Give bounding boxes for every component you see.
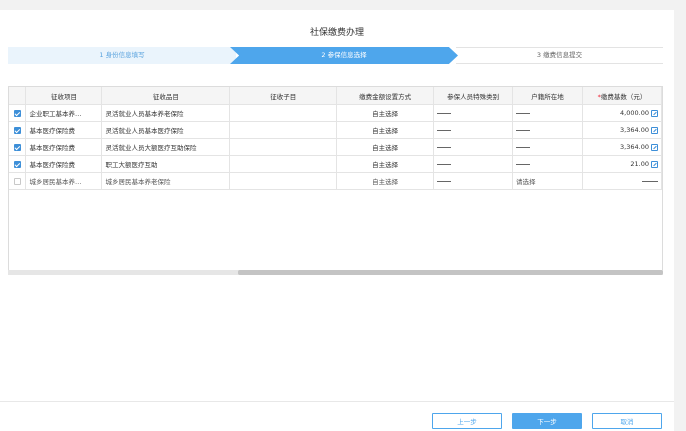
header-residence: 户籍所在地 (512, 87, 583, 105)
step-identity: 1 身份信息填写 (8, 47, 236, 64)
empty-dash (437, 180, 452, 182)
cell-residence (512, 138, 583, 156)
empty-dash (437, 129, 452, 131)
header-checkbox (9, 87, 27, 105)
insurance-table: 征收项目 征收品目 征收子目 缴费金额设置方式 参保人员特殊类别 户籍所在地 *… (9, 87, 663, 190)
cell-sub (229, 138, 338, 156)
cell-sub (229, 121, 338, 139)
cell-category: 城乡居民基本养老保险 (101, 172, 231, 190)
base-value: 3,364.00 (620, 143, 649, 151)
checkbox-checked[interactable] (13, 109, 21, 117)
checkbox-unchecked[interactable] (13, 177, 21, 185)
scrollbar-thumb[interactable] (238, 270, 663, 275)
table-row[interactable]: 企业职工基本养… 灵活就业人员基本养老保险 自主选择 4,000.00 (9, 104, 663, 122)
cancel-button[interactable]: 取消 (592, 413, 662, 429)
table-header-row: 征收项目 征收品目 征收子目 缴费金额设置方式 参保人员特殊类别 户籍所在地 *… (9, 87, 663, 105)
prev-step-button[interactable]: 上一步 (432, 413, 502, 429)
cell-residence-select[interactable]: 请选择 (512, 172, 583, 190)
main-panel: 社保缴费办理 1 身份信息填写 3 缴费信息提交 2 参保信息选择 征收项目 征… (0, 10, 674, 431)
cell-item: 基本医疗保险费 (25, 155, 103, 173)
empty-dash (516, 146, 531, 148)
base-value: 21.00 (630, 160, 649, 168)
base-value: 3,364.00 (620, 126, 649, 134)
horizontal-scrollbar[interactable] (8, 270, 663, 275)
insurance-grid: 征收项目 征收品目 征收子目 缴费金额设置方式 参保人员特殊类别 户籍所在地 *… (8, 86, 663, 275)
step-insurance-select: 2 参保信息选择 (230, 47, 458, 64)
edit-icon[interactable] (651, 160, 658, 168)
next-step-button[interactable]: 下一步 (512, 413, 582, 429)
cell-category: 灵活就业人员基本医疗保险 (101, 121, 231, 139)
step-label: 3 缴费信息提交 (536, 51, 583, 59)
header-sub: 征收子目 (229, 87, 338, 105)
row-checkbox-cell[interactable] (9, 172, 27, 190)
step-indicator: 1 身份信息填写 3 缴费信息提交 2 参保信息选择 (8, 47, 663, 64)
cell-special (433, 155, 514, 173)
edit-icon[interactable] (651, 143, 658, 151)
empty-dash (437, 112, 452, 114)
cell-item: 企业职工基本养… (25, 104, 103, 122)
cell-sub (229, 104, 338, 122)
header-special: 参保人员特殊类别 (433, 87, 514, 105)
cell-base: 21.00 (582, 155, 663, 173)
cell-special (433, 138, 514, 156)
step-label: 2 参保信息选择 (321, 51, 367, 59)
empty-dash (516, 112, 531, 114)
header-base-label: 缴费基数（元） (600, 92, 647, 101)
empty-dash (516, 129, 531, 131)
cell-item: 城乡居民基本养… (25, 172, 103, 190)
cell-method: 自主选择 (336, 138, 435, 156)
cell-residence (512, 104, 583, 122)
empty-dash (516, 163, 531, 165)
header-category: 征收品目 (101, 87, 231, 105)
table-row[interactable]: 城乡居民基本养… 城乡居民基本养老保险 自主选择 请选择 (9, 172, 663, 190)
step-submit: 3 缴费信息提交 (456, 47, 663, 64)
cell-method: 自主选择 (336, 121, 435, 139)
cell-category: 职工大额医疗互助 (101, 155, 231, 173)
row-checkbox-cell[interactable] (9, 104, 27, 122)
row-checkbox-cell[interactable] (9, 138, 27, 156)
cell-method: 自主选择 (336, 104, 435, 122)
cell-item: 基本医疗保险费 (25, 138, 103, 156)
cell-special (433, 121, 514, 139)
row-checkbox-cell[interactable] (9, 121, 27, 139)
step-label: 1 身份信息填写 (99, 51, 145, 59)
row-checkbox-cell[interactable] (9, 155, 27, 173)
cell-method: 自主选择 (336, 155, 435, 173)
header-method: 缴费金额设置方式 (336, 87, 435, 105)
cell-base: 4,000.00 (582, 104, 663, 122)
cell-sub (229, 155, 338, 173)
cell-category: 灵活就业人员基本养老保险 (101, 104, 231, 122)
header-base: *缴费基数（元） (582, 87, 663, 105)
checkbox-checked[interactable] (13, 160, 21, 168)
table-row[interactable]: 基本医疗保险费 灵活就业人员大额医疗互助保险 自主选择 3,364.00 (9, 138, 663, 156)
cell-special (433, 104, 514, 122)
edit-icon[interactable] (651, 126, 658, 134)
cell-sub (229, 172, 338, 190)
cell-residence (512, 155, 583, 173)
cell-category: 灵活就业人员大额医疗互助保险 (101, 138, 231, 156)
table-row[interactable]: 基本医疗保险费 职工大额医疗互助 自主选择 21.00 (9, 155, 663, 173)
page-title: 社保缴费办理 (309, 28, 364, 38)
cell-item: 基本医疗保险费 (25, 121, 103, 139)
edit-icon[interactable] (651, 109, 658, 117)
empty-dash (437, 146, 452, 148)
table-row[interactable]: 基本医疗保险费 灵活就业人员基本医疗保险 自主选择 3,364.00 (9, 121, 663, 139)
header-item: 征收项目 (25, 87, 103, 105)
empty-dash (437, 163, 452, 165)
checkbox-checked[interactable] (13, 143, 21, 151)
checkbox-checked[interactable] (13, 126, 21, 134)
cell-method: 自主选择 (336, 172, 435, 190)
footer-divider (0, 401, 674, 402)
cell-base: 3,364.00 (582, 138, 663, 156)
cell-special (433, 172, 514, 190)
cell-base: 3,364.00 (582, 121, 663, 139)
cell-base (582, 172, 663, 190)
cell-residence (512, 121, 583, 139)
base-value: 4,000.00 (620, 109, 649, 117)
empty-dash (642, 180, 658, 182)
